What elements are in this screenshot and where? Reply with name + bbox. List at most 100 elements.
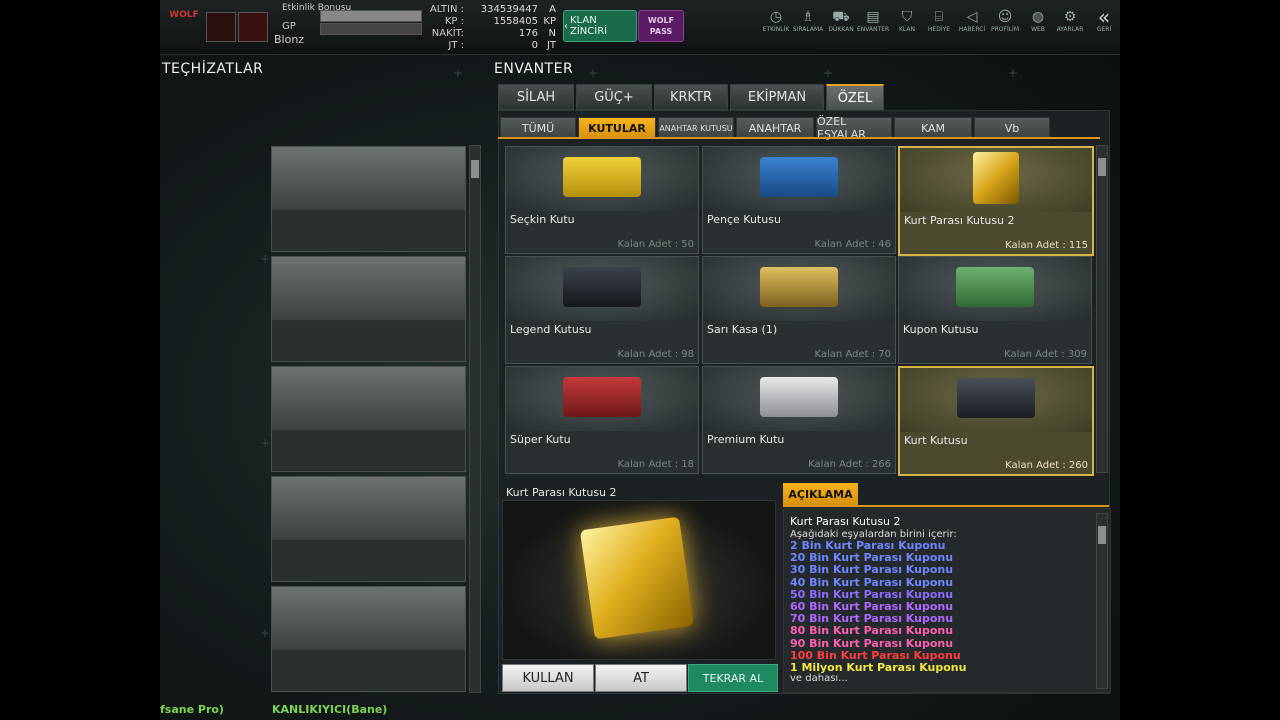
currency-unit: KP [543,16,556,27]
inventory-item[interactable]: Pençe Kutusu Kalan Adet : 46 [702,146,896,254]
item-count: Kalan Adet : 46 [814,239,891,250]
decor-plus: + [823,66,834,80]
nav-gift[interactable]: ⌸ HEDİYE [923,8,955,44]
decor-plus: + [260,626,271,640]
description-scrollbar[interactable] [1096,513,1108,689]
currency-unit: A [549,4,556,15]
inventory-icon: ▤ [866,9,880,25]
nav-globe[interactable]: ◍ WEB [1022,8,1054,44]
back-icon: « [1097,5,1111,29]
box-icon [563,377,641,417]
item-grid-scrollbar[interactable] [1096,145,1108,473]
currency-label: NAKİT: [431,28,464,39]
item-image [506,367,698,431]
subtab-6[interactable]: Vb [974,117,1050,139]
item-image [506,147,698,211]
tab-2[interactable]: KRKTR [654,84,728,110]
nav-label: WEB [1031,26,1045,33]
tab-4[interactable]: ÖZEL [826,84,884,111]
inventory-item[interactable]: Premium Kutu Kalan Adet : 266 [702,366,896,474]
description-underline [783,505,1109,507]
nav-clock[interactable]: ◷ ETKİNLİK [760,8,792,44]
inventory-item[interactable]: Seçkin Kutu Kalan Adet : 50 [505,146,699,254]
subtab-5[interactable]: KAM [894,117,972,139]
currency-unit: N [548,28,556,39]
inventory-item[interactable]: Sarı Kasa (1) Kalan Adet : 70 [702,256,896,364]
tab-3[interactable]: EKİPMAN [730,84,824,110]
nav-megaphone[interactable]: ◁ HABERCİ [956,8,988,44]
item-count: Kalan Adet : 98 [617,349,694,360]
description-entry: 40 Bin Kurt Parası Kuponu [790,575,954,589]
inventory-item[interactable]: Kupon Kutusu Kalan Adet : 309 [898,256,1092,364]
nav-back[interactable]: «GERİ [1088,5,1120,44]
retake-button[interactable]: TEKRAR AL [688,664,778,692]
equipment-slot[interactable] [271,256,466,362]
nav-gear[interactable]: ⚙ AYARLAR [1054,8,1086,44]
item-name: Kupon Kutusu [903,323,979,336]
currency-value: 334539447 [480,4,538,15]
item-image [506,257,698,321]
clan-badge-icon[interactable] [206,12,236,42]
subtab-4[interactable]: ÖZEL EŞYALAR [816,115,892,141]
chat-name-left: fsane Pro) [160,703,224,716]
decor-plus: + [260,436,271,450]
inventory-item[interactable]: Legend Kutusu Kalan Adet : 98 [505,256,699,364]
nav-profile[interactable]: ☺ PROFİLİM [989,8,1021,44]
currency-row: ALTIN : 334539447 A [428,4,556,16]
item-count: Kalan Adet : 266 [808,459,891,470]
description-list: 2 Bin Kurt Parası Kuponu 20 Bin Kurt Para… [790,539,966,674]
item-image [900,148,1092,212]
game-window: + + + + + + + + + WOLF Etkinlik Bonusu G… [160,0,1120,720]
item-count: Kalan Adet : 260 [1005,460,1088,471]
equipment-slot[interactable] [271,146,466,252]
item-image [899,257,1091,321]
box-icon [760,267,838,307]
nav-shield[interactable]: ⛉ KLAN [891,8,923,44]
description-entry: 90 Bin Kurt Parası Kuponu [790,636,954,650]
equipment-slot[interactable] [271,476,466,582]
subtab-1[interactable]: KUTULAR [578,117,656,139]
megaphone-icon: ◁ [966,9,978,25]
nav-label: DÜKKAN [828,26,854,33]
nav-label: HEDİYE [927,26,951,33]
currency-label: JT : [448,40,464,51]
currency-value: 0 [531,40,538,51]
nav-label: PROFİLİM [990,26,1020,33]
subtab-2[interactable]: ANAHTAR KUTUSU [658,117,734,139]
clan-chain-button[interactable]: ‹ KLAN ZİNCİRİ [563,10,637,42]
wolf-pass-button[interactable]: WOLF PASS [638,10,684,42]
use-button[interactable]: KULLAN [502,664,594,692]
nav-inventory[interactable]: ▤ ENVANTER [857,8,889,44]
scrollbar-thumb[interactable] [1098,158,1106,176]
subtab-0[interactable]: TÜMÜ [500,117,576,139]
inventory-item[interactable]: Kurt Parası Kutusu 2 Kalan Adet : 115 [898,146,1094,256]
item-name: Premium Kutu [707,433,785,446]
nav-cart[interactable]: ⛟ DÜKKAN [825,8,857,44]
nav-medal[interactable]: ♗ SIRALAMA [792,8,824,44]
equipment-title: TEÇHİZATLAR [162,61,264,77]
equipment-scrollbar[interactable] [469,145,481,693]
rank-icon[interactable] [238,12,268,42]
box-icon [957,378,1035,418]
currency-label: KP : [444,16,464,27]
clock-icon: ◷ [769,9,783,25]
scrollbar-thumb[interactable] [471,160,479,178]
drop-button[interactable]: AT [595,664,687,692]
gp-bar [320,23,422,35]
nav-label: KLAN [898,26,915,33]
scrollbar-thumb[interactable] [1098,526,1106,544]
equipment-slot[interactable] [271,366,466,472]
box-icon [563,157,641,197]
globe-icon: ◍ [1031,9,1045,25]
tab-0[interactable]: SİLAH [498,84,574,110]
description-tab[interactable]: AÇIKLAMA [783,483,858,505]
gp-label: GP [282,21,296,32]
inventory-item[interactable]: Süper Kutu Kalan Adet : 18 [505,366,699,474]
event-bonus-bar [320,10,422,22]
inventory-item[interactable]: Kurt Kutusu Kalan Adet : 260 [898,366,1094,476]
item-count: Kalan Adet : 50 [617,239,694,250]
subtab-3[interactable]: ANAHTAR [736,117,814,139]
tab-1[interactable]: GÜÇ+ [576,84,652,110]
item-name: Kurt Parası Kutusu 2 [904,214,1015,227]
equipment-slot[interactable] [271,586,466,692]
